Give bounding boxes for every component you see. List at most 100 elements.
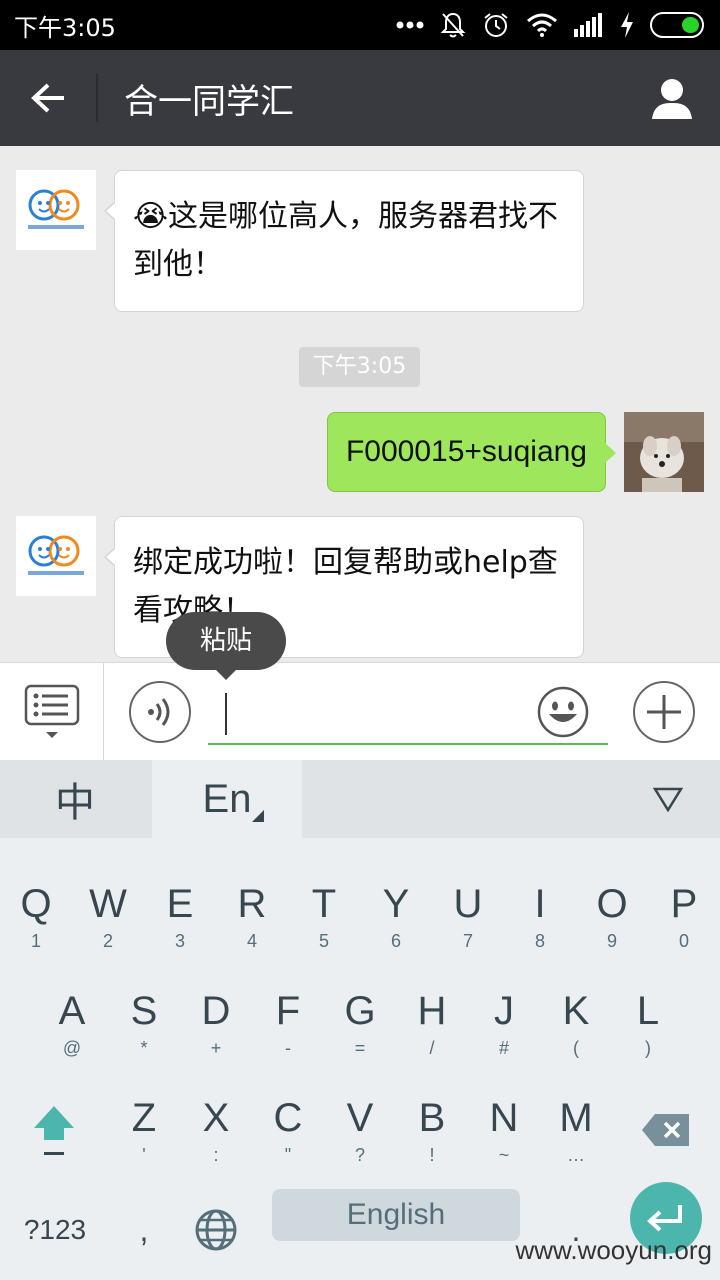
- key-secondary-symbol: …: [567, 1145, 585, 1165]
- key-secondary-symbol: @: [62, 1038, 82, 1058]
- key-z[interactable]: Z ': [108, 1074, 180, 1174]
- key-secondary-symbol: 5: [318, 931, 329, 951]
- chat-header: 合一同学汇: [0, 50, 720, 146]
- key-w[interactable]: W2: [72, 860, 144, 960]
- key-letter: S: [130, 989, 158, 1033]
- key-letter: B: [418, 1096, 446, 1140]
- backspace-icon: [642, 1114, 689, 1146]
- collapse-keyboard-button[interactable]: [616, 760, 720, 838]
- enter-arrow-icon: [647, 1205, 682, 1232]
- key-a[interactable]: A @: [36, 967, 108, 1067]
- chat-area[interactable]: 😭这是哪位高人，服务器君找不到他！ 下午3:05 F000015+suqiang…: [0, 146, 720, 680]
- key-n[interactable]: N ~: [468, 1074, 540, 1174]
- key-e[interactable]: E3: [144, 860, 216, 960]
- paste-tooltip[interactable]: 粘贴: [166, 612, 286, 680]
- key-p[interactable]: P0: [648, 860, 720, 960]
- key-secondary-symbol: #: [498, 1038, 509, 1058]
- key-letter: O: [596, 882, 628, 926]
- key-s[interactable]: S *: [108, 967, 180, 1067]
- space-key[interactable]: English: [272, 1189, 520, 1241]
- key-f[interactable]: F-: [252, 967, 324, 1067]
- key-secondary-symbol: 6: [390, 931, 401, 951]
- voice-button[interactable]: [129, 681, 191, 743]
- chat-title: 合一同学汇: [124, 81, 294, 122]
- key-secondary-symbol: 7: [462, 931, 473, 951]
- tab-chinese-input[interactable]: 中: [0, 760, 150, 838]
- key-letter: F: [275, 989, 301, 1033]
- logo-avatar[interactable]: [16, 170, 96, 250]
- key-m[interactable]: M…: [540, 1074, 612, 1174]
- message-timestamp: 下午3:05: [299, 347, 420, 387]
- key-d[interactable]: D +: [180, 967, 252, 1067]
- input-bar: [0, 662, 720, 761]
- battery-icon: [650, 12, 706, 38]
- menu-list-icon: [24, 684, 79, 738]
- more-actions-button[interactable]: [633, 681, 695, 743]
- key-letter: L: [636, 989, 660, 1033]
- status-icons: [396, 11, 706, 39]
- key-secondary-symbol: :: [213, 1145, 219, 1165]
- key-letter: N: [489, 1096, 519, 1140]
- key-letter: E: [166, 882, 194, 926]
- shift-key[interactable]: [18, 1080, 90, 1180]
- logo-avatar[interactable]: [16, 516, 96, 596]
- symbols-key[interactable]: ?123: [10, 1180, 100, 1280]
- key-g[interactable]: G =: [324, 967, 396, 1067]
- logo-icon: [28, 189, 84, 229]
- message-input[interactable]: [208, 687, 528, 739]
- key-i[interactable]: I8: [504, 860, 576, 960]
- key-y[interactable]: Y6: [360, 860, 432, 960]
- key-v[interactable]: V?: [324, 1074, 396, 1174]
- key-secondary-symbol: ": [284, 1145, 292, 1165]
- key-letter: Q: [20, 882, 52, 926]
- backspace-key[interactable]: [630, 1080, 702, 1180]
- message-bubble-outgoing[interactable]: F000015+suqiang: [326, 412, 617, 492]
- key-secondary-symbol: =: [354, 1038, 366, 1058]
- back-arrow-icon: [31, 83, 64, 113]
- plus-icon: [647, 695, 681, 729]
- key-b[interactable]: B!: [396, 1074, 468, 1174]
- alarm-icon: [482, 11, 510, 39]
- key-u[interactable]: U7: [432, 860, 504, 960]
- key-l[interactable]: L): [612, 967, 684, 1067]
- key-secondary-symbol: !: [429, 1145, 435, 1165]
- mute-icon: [440, 11, 466, 39]
- key-secondary-symbol: 4: [246, 931, 257, 951]
- shift-arrow-icon: [34, 1106, 74, 1155]
- chat-info-button[interactable]: [624, 50, 720, 146]
- tab-english-input[interactable]: En: [152, 760, 302, 838]
- key-letter: C: [273, 1096, 303, 1140]
- key-c[interactable]: C ": [252, 1074, 324, 1174]
- comma-key[interactable]: ,: [108, 1180, 180, 1280]
- person-icon: [652, 79, 692, 119]
- key-secondary-symbol: ': [142, 1145, 146, 1165]
- key-letter: K: [562, 989, 590, 1033]
- key-secondary-symbol: 1: [30, 931, 41, 951]
- key-q[interactable]: Q1: [0, 860, 72, 960]
- smiley-icon: [537, 686, 589, 738]
- tab-english-label: En: [202, 776, 252, 821]
- dog-photo-avatar[interactable]: [624, 412, 704, 492]
- key-x[interactable]: X:: [180, 1074, 252, 1174]
- key-secondary-symbol: 8: [534, 931, 545, 951]
- emoji-button[interactable]: [537, 686, 589, 742]
- key-letter: G: [344, 989, 376, 1033]
- dog-photo-icon: [624, 412, 704, 492]
- menu-toggle-button[interactable]: [0, 663, 104, 761]
- key-t[interactable]: T5: [288, 860, 360, 960]
- charging-icon: [620, 12, 634, 38]
- key-o[interactable]: O9: [576, 860, 648, 960]
- back-button[interactable]: [0, 50, 96, 146]
- key-h[interactable]: H /: [396, 967, 468, 1067]
- key-j[interactable]: J #: [468, 967, 540, 1067]
- key-k[interactable]: K(: [540, 967, 612, 1067]
- key-secondary-symbol: 3: [174, 931, 185, 951]
- key-letter: Z: [131, 1096, 157, 1140]
- key-secondary-symbol: ?: [354, 1145, 365, 1165]
- key-letter: Y: [382, 882, 410, 926]
- key-letter: A: [58, 989, 86, 1033]
- message-bubble-incoming[interactable]: 😭这是哪位高人，服务器君找不到他！: [104, 170, 584, 312]
- language-key[interactable]: [180, 1180, 252, 1280]
- key-r[interactable]: R4: [216, 860, 288, 960]
- signal-icon: [574, 13, 604, 37]
